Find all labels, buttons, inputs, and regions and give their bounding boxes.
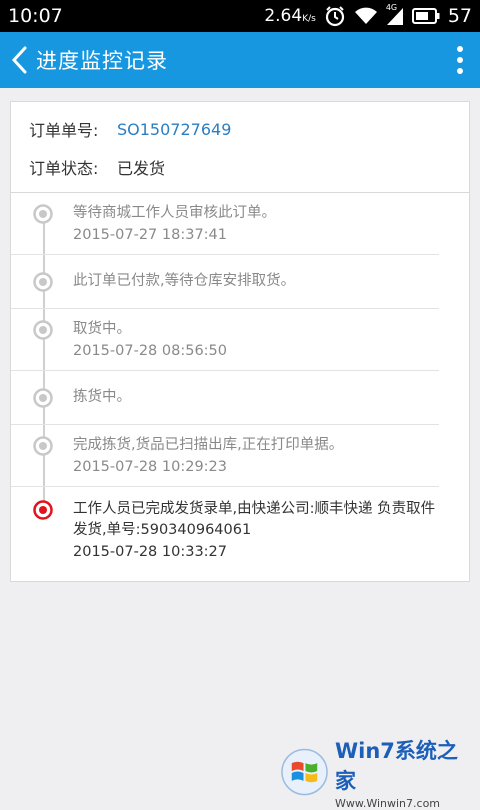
timeline-item-time: 2015-07-28 10:33:27 [73, 544, 227, 560]
order-status-label: 订单状态: [29, 159, 99, 178]
more-options-button[interactable] [440, 32, 480, 88]
timeline-item: 此订单已付款,等待仓库安排取货。 [11, 255, 439, 309]
data-rate-unit: K/s [302, 14, 316, 24]
data-rate-value: 2.64 [264, 6, 303, 26]
watermark-title: Win7系统之家 [334, 738, 458, 793]
order-number-link[interactable]: SO150727649 [117, 120, 231, 139]
status-time: 10:07 [8, 5, 63, 27]
timeline-dot-icon [33, 272, 53, 292]
timeline-item-current: 工作人员已完成发货录单,由快递公司:顺丰快递 负责取件发货,单号:5903409… [11, 487, 439, 573]
order-number-label: 订单单号: [29, 121, 99, 140]
page-title: 进度监控记录 [36, 49, 168, 73]
timeline-item: 完成拣货,货品已扫描出库,正在打印单据。 2015-07-28 10:29:23 [11, 425, 439, 487]
signal-icon: 4G [385, 3, 404, 26]
order-status-row: 订单状态: 已发货 [29, 148, 451, 186]
timeline-item-text: 完成拣货,货品已扫描出库,正在打印单据。 [73, 437, 344, 453]
timeline-item-text: 工作人员已完成发货录单,由快递公司:顺丰快递 负责取件发货,单号:5903409… [73, 501, 436, 538]
more-vertical-icon [457, 46, 463, 74]
timeline-item: 拣货中。 [11, 371, 439, 425]
battery-level: 57 [447, 5, 472, 27]
order-number-row: 订单单号: SO150727649 [29, 110, 451, 148]
timeline-item-time: 2015-07-28 10:29:23 [73, 459, 227, 475]
app-bar: 进度监控记录 [0, 32, 480, 88]
timeline-item-time: 2015-07-28 08:56:50 [73, 343, 227, 359]
chevron-left-icon [11, 46, 27, 74]
wifi-icon [354, 7, 377, 24]
watermark: Win7系统之家 Www.Winwin7.com [280, 739, 476, 810]
progress-timeline: 等待商城工作人员审核此订单。 2015-07-27 18:37:41 此订单已付… [11, 193, 469, 581]
alarm-icon [325, 6, 344, 27]
timeline-dot-icon [33, 204, 53, 224]
windows-logo-icon [281, 748, 328, 796]
timeline-item-text: 拣货中。 [73, 389, 131, 405]
timeline-item: 取货中。 2015-07-28 08:56:50 [11, 309, 439, 371]
back-button[interactable] [2, 32, 36, 88]
data-rate: 2.64K/s [264, 6, 315, 26]
battery-icon [411, 8, 440, 24]
timeline-dot-icon [33, 388, 53, 408]
timeline-item-text: 等待商城工作人员审核此订单。 [73, 205, 276, 221]
timeline-dot-icon [33, 320, 53, 340]
order-info: 订单单号: SO150727649 订单状态: 已发货 [11, 102, 469, 193]
status-bar: 10:07 2.64K/s 4G 57 [0, 0, 480, 32]
timeline-item-time: 2015-07-27 18:37:41 [73, 227, 227, 243]
order-progress-card: 订单单号: SO150727649 订单状态: 已发货 等待商城工作人员审核此订… [10, 101, 470, 582]
timeline-item: 等待商城工作人员审核此订单。 2015-07-27 18:37:41 [11, 193, 439, 255]
timeline-dot-icon [33, 436, 53, 456]
timeline-current-dot-icon [33, 500, 53, 520]
timeline-item-text: 取货中。 [73, 321, 131, 337]
order-status-value: 已发货 [117, 159, 166, 178]
watermark-url: Www.Winwin7.com [334, 796, 441, 810]
timeline-item-text: 此订单已付款,等待仓库安排取货。 [73, 273, 296, 289]
network-label: 4G [385, 3, 398, 12]
